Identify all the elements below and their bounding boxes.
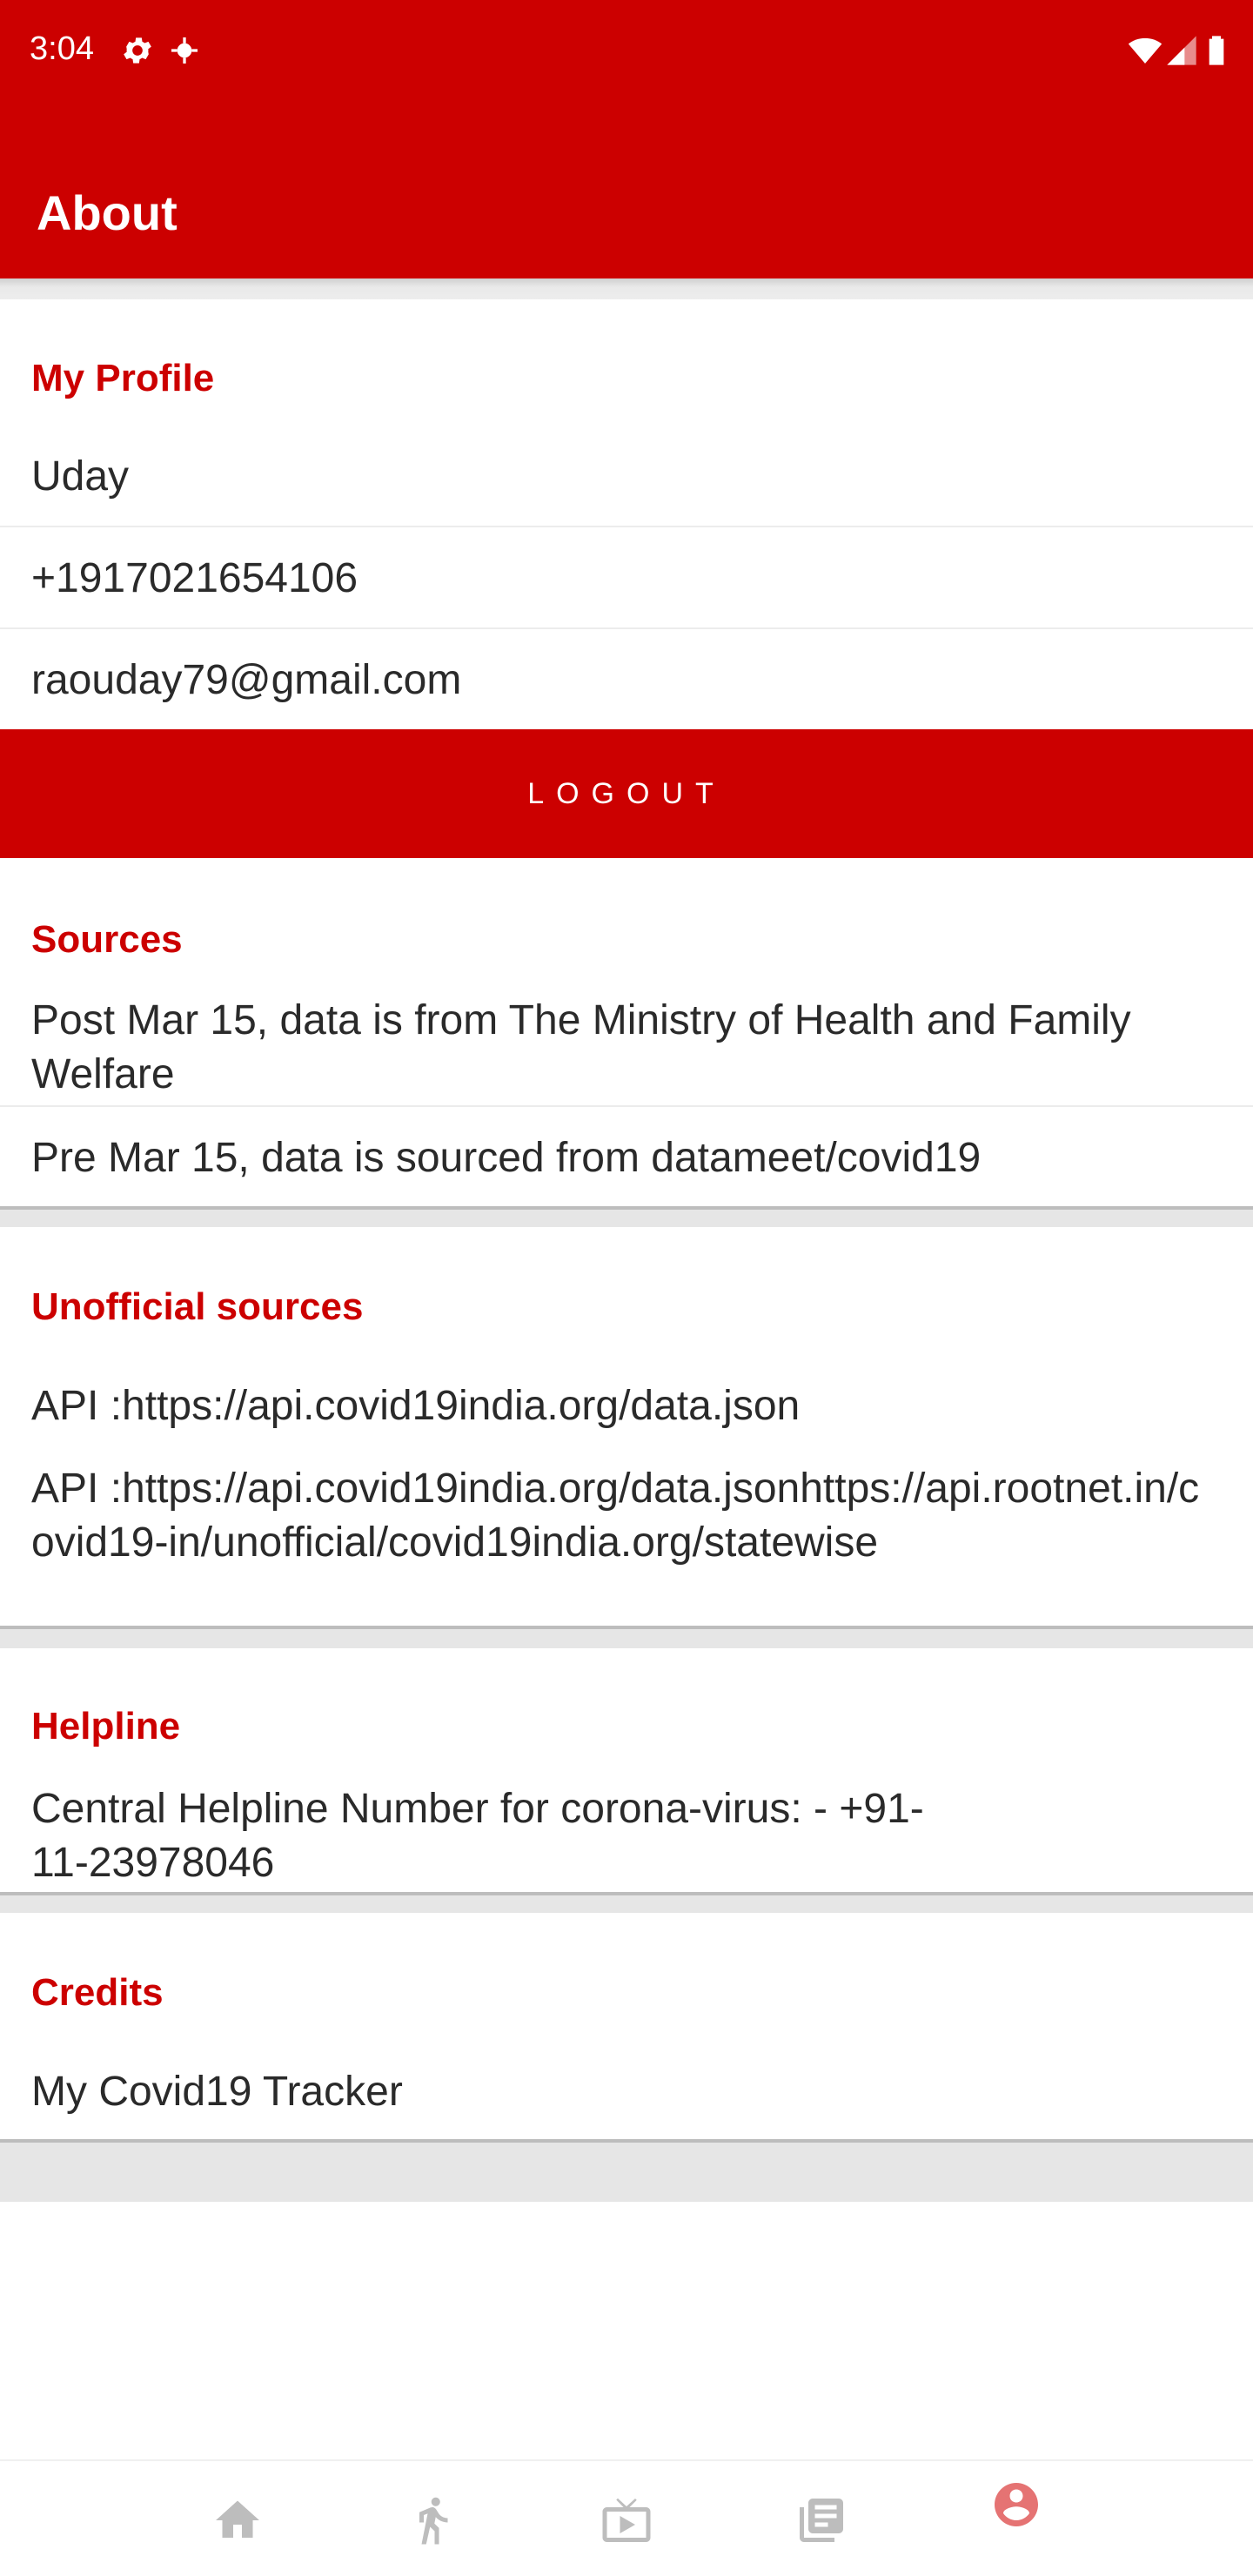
settings-gear-icon [124, 37, 151, 64]
nav-home[interactable] [142, 2461, 333, 2576]
logout-button[interactable]: LOGOUT [0, 729, 1253, 858]
notification-dot-icon [171, 37, 198, 64]
live-tv-icon [602, 2498, 651, 2542]
sources-section-header: Sources [31, 918, 183, 961]
section-gap [0, 1210, 1253, 1227]
unofficial-sources-section-header: Unofficial sources [31, 1285, 364, 1328]
status-bar: 3:04 [0, 0, 1253, 97]
divider [0, 627, 1253, 629]
nav-videos[interactable] [531, 2461, 722, 2576]
cellular-signal-icon [1167, 36, 1196, 65]
source-item: Pre Mar 15, data is sourced from datamee… [31, 1135, 982, 1181]
profile-email: raouday79@gmail.com [31, 657, 462, 703]
helpline-text: Central Helpline Number for corona-virus… [31, 1786, 924, 1886]
status-time: 3:04 [30, 30, 94, 67]
divider [0, 526, 1253, 527]
source-item: Post Mar 15, data is from The Ministry o… [31, 997, 1131, 1097]
about-screen: 3:04 About My Profile Uday +191702165410… [0, 0, 1253, 2576]
home-icon [216, 2500, 259, 2538]
account-circle-icon [995, 2483, 1038, 2526]
credits-text: My Covid19 Tracker [31, 2069, 403, 2115]
nav-walk[interactable] [337, 2461, 528, 2576]
app-header: 3:04 About [0, 0, 1253, 278]
section-gap [0, 1895, 1253, 1913]
section-gap [0, 1629, 1253, 1648]
walking-person-icon [419, 2497, 448, 2545]
helpline-section-header: Helpline [31, 1705, 181, 1748]
news-library-icon [800, 2499, 843, 2542]
divider [0, 1105, 1253, 1107]
profile-section-header: My Profile [31, 357, 215, 399]
bottom-navigation [0, 2459, 1253, 2576]
nav-news[interactable] [726, 2461, 917, 2576]
page-title: About [37, 185, 178, 240]
header-shadow [0, 278, 1253, 299]
credits-section-header: Credits [31, 1971, 164, 2014]
battery-icon [1209, 36, 1224, 65]
unofficial-source-item: API :https://api.covid19india.org/data.j… [31, 1466, 1200, 1566]
section-gap [0, 2143, 1253, 2202]
profile-phone: +1917021654106 [31, 555, 358, 601]
unofficial-source-item: API :https://api.covid19india.org/data.j… [31, 1383, 801, 1429]
profile-name: Uday [31, 453, 130, 500]
nav-about[interactable] [921, 2461, 1112, 2576]
wifi-icon [1128, 37, 1163, 64]
